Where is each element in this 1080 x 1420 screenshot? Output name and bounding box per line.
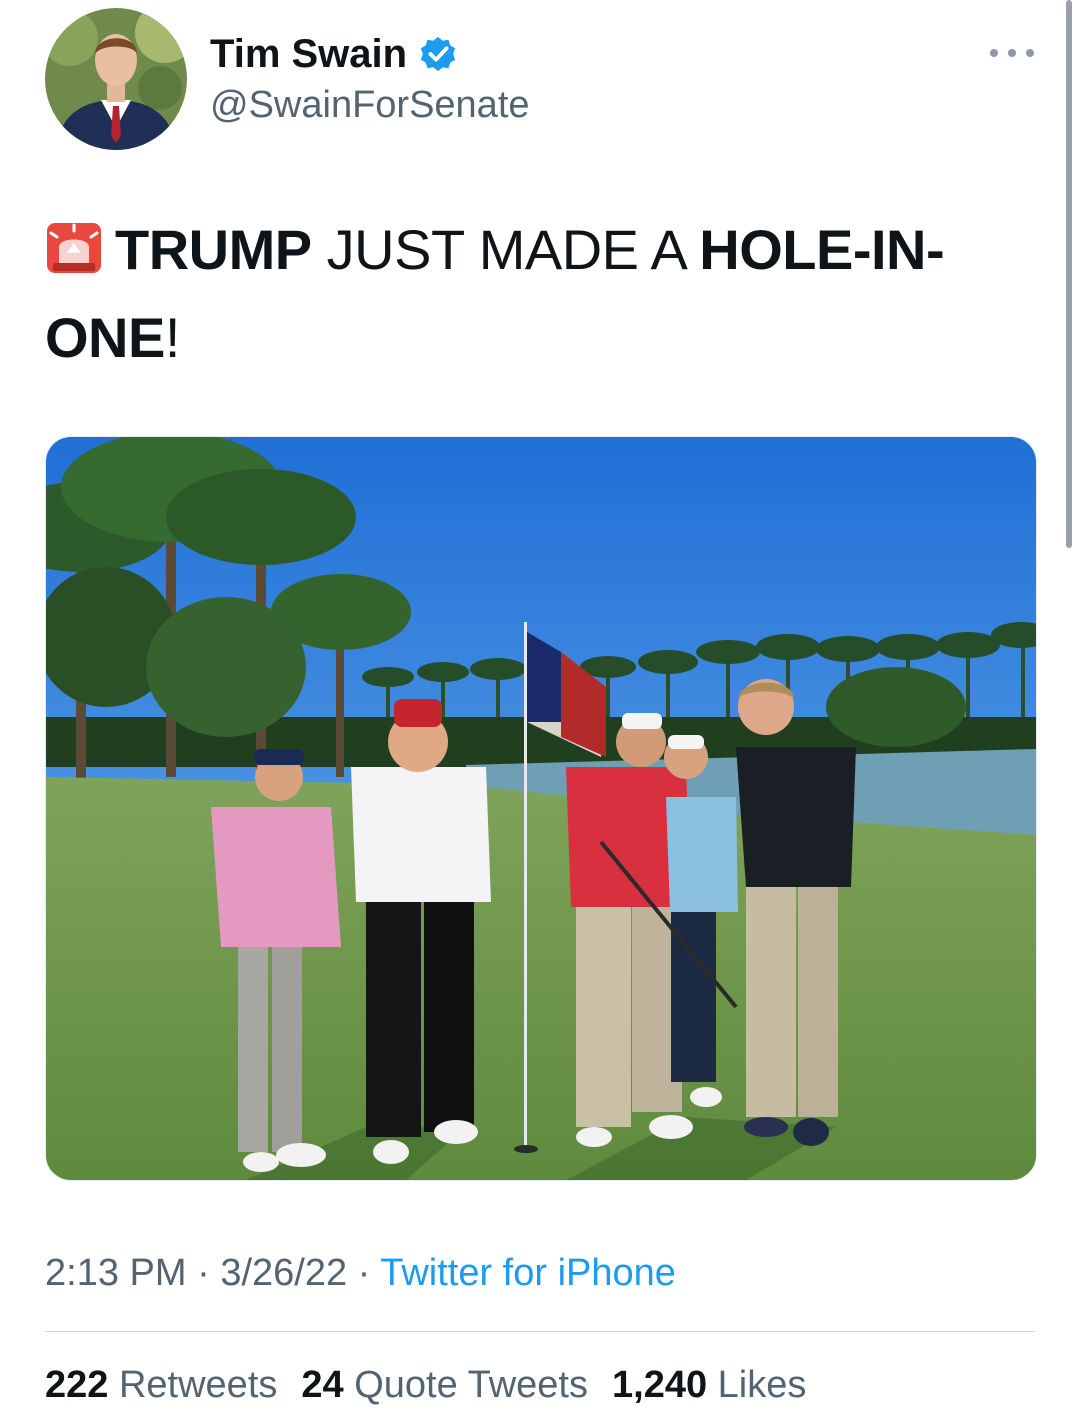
author-display-name[interactable]: Tim Swain <box>210 30 407 78</box>
tweet-photo[interactable] <box>45 436 1037 1181</box>
retweets-label: Retweets <box>118 1364 278 1406</box>
golf-group-photo <box>46 437 1036 1180</box>
more-options-icon[interactable] <box>990 38 1034 68</box>
tweet-text-end: ! <box>164 306 181 369</box>
meta-separator: · <box>347 1252 381 1294</box>
quote-tweets-label: Quote Tweets <box>354 1364 588 1406</box>
tweet-text: TRUMP JUST MADE A HOLE-IN-ONE! <box>45 206 1025 382</box>
verified-badge-icon <box>420 36 456 72</box>
retweets-count: 222 <box>45 1364 109 1406</box>
retweets-stat[interactable]: 222 Retweets <box>45 1364 277 1406</box>
meta-separator: · <box>186 1252 221 1294</box>
tweet-bold-trump: TRUMP <box>115 218 312 281</box>
tweet-source-link[interactable]: Twitter for iPhone <box>380 1252 676 1294</box>
likes-label: Likes <box>717 1364 807 1406</box>
tweet-text-middle: JUST MADE A <box>311 218 700 281</box>
siren-icon <box>47 223 101 273</box>
tweet-stats: 222 Retweets 24 Quote Tweets 1,240 Likes <box>45 1360 830 1410</box>
scrollbar[interactable] <box>1066 0 1072 548</box>
tweet-meta: 2:13 PM · 3/26/22 · Twitter for iPhone <box>45 1248 676 1298</box>
avatar[interactable] <box>45 8 187 150</box>
quote-tweets-count: 24 <box>301 1364 344 1406</box>
quote-tweets-stat[interactable]: 24 Quote Tweets <box>301 1364 588 1406</box>
author-handle[interactable]: @SwainForSenate <box>210 82 530 128</box>
tweet-date[interactable]: 3/26/22 <box>220 1252 347 1294</box>
likes-stat[interactable]: 1,240 Likes <box>612 1364 806 1406</box>
likes-count: 1,240 <box>612 1364 708 1406</box>
divider <box>45 1331 1035 1332</box>
avatar-image <box>45 8 187 150</box>
tweet-time[interactable]: 2:13 PM <box>45 1252 187 1294</box>
author-name-row[interactable]: Tim Swain <box>210 30 457 78</box>
